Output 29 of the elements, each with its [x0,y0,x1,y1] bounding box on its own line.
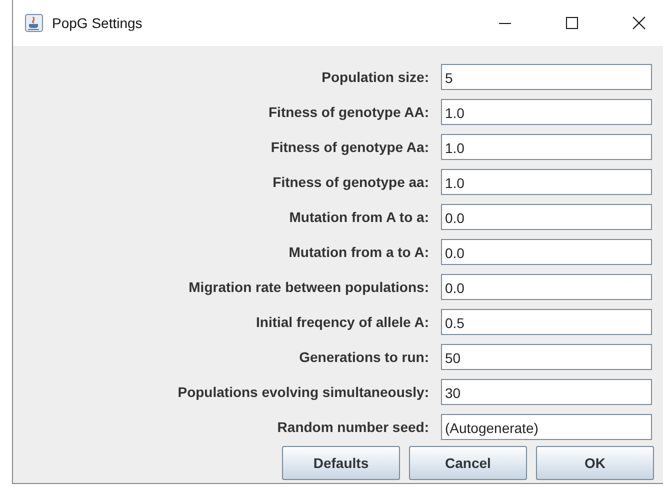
field-label: Population size: [322,68,429,84]
dialog-button[interactable]: Defaults [282,446,400,480]
field-label: Populations evolving simultaneously: [178,384,429,400]
input-field[interactable]: 5 [441,64,652,90]
input-field[interactable]: 1.0 [441,134,652,160]
input-field[interactable]: 0.0 [441,274,652,300]
dialog-button[interactable]: Cancel [409,446,527,480]
input-field[interactable]: 0.0 [441,204,652,230]
field-label: Mutation from a to A: [288,244,429,260]
input-field[interactable]: 1.0 [441,168,652,194]
input-field[interactable]: 0.0 [441,238,652,264]
field-label: Mutation from A to a: [289,208,429,224]
dialog-button[interactable]: OK [536,446,654,480]
field-label: Migration rate between populations: [188,278,429,294]
field-label: Fitness of genotype AA: [268,104,429,120]
input-field[interactable]: 0.5 [441,308,652,334]
close-icon[interactable] [632,16,646,30]
window-title: PopG Settings [52,15,142,31]
field-label: Fitness of genotype Aa: [270,138,429,154]
cup-icon [25,14,43,32]
input-field[interactable]: 50 [441,344,652,370]
input-field[interactable]: 1.0 [441,98,652,124]
input-field[interactable]: 30 [441,378,652,404]
maximize-icon[interactable] [565,16,579,30]
field-label: Generations to run: [299,348,429,364]
field-label: Initial freqency of allele A: [256,314,429,330]
field-label: Fitness of genotype aa: [272,174,429,190]
input-field[interactable]: (Autogenerate) [441,414,652,440]
field-label: Random number seed: [277,418,429,434]
